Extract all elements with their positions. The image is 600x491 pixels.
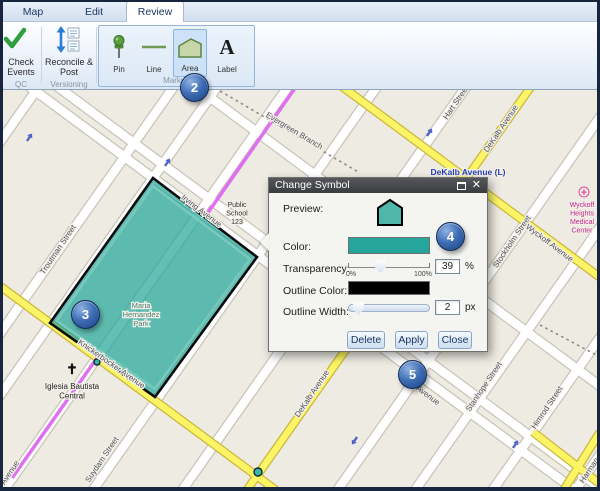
application-window: Map Edit Review Check Events QC xyxy=(0,0,600,491)
group-separator xyxy=(41,27,42,83)
outline-width-unit: px xyxy=(465,302,476,313)
park-name-label: Park xyxy=(133,319,149,328)
poi-label: Iglesia Bautista xyxy=(45,382,100,391)
callout-badge-5: 5 xyxy=(398,360,427,389)
apply-button[interactable]: Apply xyxy=(395,331,428,349)
group-versioning: Reconcile & Post Versioning xyxy=(43,22,95,90)
poi-label: Wyckoff xyxy=(570,202,595,209)
line-icon xyxy=(137,34,171,60)
color-label: Color: xyxy=(283,241,311,253)
color-swatch[interactable] xyxy=(348,237,430,254)
poi-label: Public xyxy=(227,202,247,209)
medical-cross-icon: + xyxy=(581,187,587,199)
delete-button[interactable]: Delete xyxy=(347,331,385,349)
transparency-unit: % xyxy=(465,261,474,272)
station-dot xyxy=(254,468,262,476)
symbol-preview xyxy=(375,198,405,228)
tool-label-button[interactable]: A Label xyxy=(210,29,244,77)
group-markup: Pin Line Area A Label Markup xyxy=(98,25,255,87)
tab-review[interactable]: Review xyxy=(126,1,184,22)
group-label-qc: QC xyxy=(2,80,40,89)
tool-area-button[interactable]: Area xyxy=(173,29,207,77)
close-button[interactable]: Close xyxy=(438,331,472,349)
reconcile-post-button[interactable]: Reconcile & Post xyxy=(43,57,95,77)
transparency-value-input[interactable]: 39 xyxy=(435,259,460,274)
tool-pin-button[interactable]: Pin xyxy=(102,29,136,77)
tab-map[interactable]: Map xyxy=(13,4,53,22)
subway-station-label: DeKalb Avenue (L) xyxy=(431,167,506,177)
window-border xyxy=(0,487,600,491)
maximize-icon[interactable] xyxy=(457,182,466,190)
outline-width-label: Outline Width: xyxy=(283,306,349,318)
pin-icon xyxy=(102,34,136,60)
tool-line-button[interactable]: Line xyxy=(137,29,171,77)
dialog-title-bar: Change Symbol ✕ xyxy=(269,178,487,193)
poi-label: Heights xyxy=(570,211,594,218)
ribbon: Check Events QC Reconcile & xyxy=(0,22,600,90)
close-icon[interactable]: ✕ xyxy=(472,178,481,193)
poi-label: 123 xyxy=(231,219,243,226)
transparency-min-label: 0% xyxy=(346,271,356,278)
reconcile-post-icon xyxy=(55,26,83,58)
preview-label: Preview: xyxy=(283,203,323,215)
group-separator xyxy=(96,27,97,83)
change-symbol-dialog: Change Symbol ✕ Preview: Color: Transpar… xyxy=(268,177,488,352)
dialog-callout-notch xyxy=(260,233,269,251)
group-qc: Check Events QC xyxy=(2,22,40,90)
outline-width-value-input[interactable]: 2 xyxy=(435,300,460,315)
outline-color-swatch[interactable] xyxy=(348,281,430,295)
park-name-label: Maria xyxy=(132,301,152,310)
transparency-max-label: 100% xyxy=(414,271,432,278)
check-icon xyxy=(2,26,40,57)
outline-width-slider-thumb[interactable] xyxy=(353,302,364,315)
window-border xyxy=(0,0,3,491)
callout-badge-3: 3 xyxy=(71,300,100,329)
poi-label: Medical xyxy=(570,219,595,226)
label-a-icon: A xyxy=(210,34,244,60)
park-name-label: Hernandez xyxy=(123,310,160,319)
callout-badge-2: 2 xyxy=(180,73,209,102)
poi-label: Central xyxy=(59,392,85,401)
check-events-button[interactable]: Check Events xyxy=(2,57,40,77)
church-cross-icon: ✝ xyxy=(66,361,78,377)
poi-label: School xyxy=(226,211,248,218)
transparency-slider-track[interactable] xyxy=(348,267,430,268)
area-icon xyxy=(174,35,206,61)
group-label-versioning: Versioning xyxy=(43,80,95,89)
tab-edit[interactable]: Edit xyxy=(74,4,114,22)
transparency-label: Transparency: xyxy=(283,263,350,275)
window-border xyxy=(0,0,600,2)
group-label-markup: Markup xyxy=(99,76,254,85)
ribbon-tab-bar: Map Edit Review xyxy=(0,0,600,22)
transparency-slider-thumb[interactable] xyxy=(375,260,386,273)
poi-label: Center xyxy=(571,228,593,235)
outline-color-label: Outline Color: xyxy=(283,285,347,297)
dialog-title: Change Symbol xyxy=(275,179,350,191)
callout-badge-4: 4 xyxy=(436,222,465,251)
